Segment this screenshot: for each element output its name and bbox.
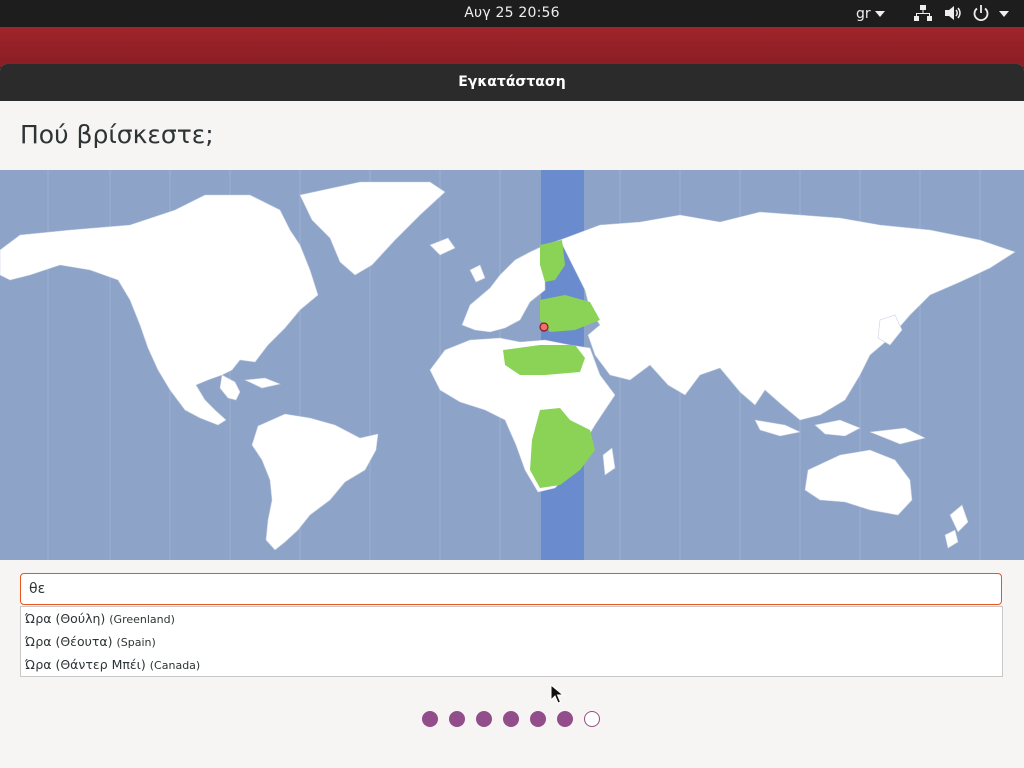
page-title: Πού βρίσκεστε;	[20, 120, 214, 149]
step-dot	[476, 711, 492, 727]
step-dot	[503, 711, 519, 727]
step-dot	[422, 711, 438, 727]
top-bar: Αυγ 25 20:56 gr	[0, 0, 1024, 27]
chevron-down-icon[interactable]	[875, 11, 885, 17]
world-map-graphic	[0, 170, 1024, 560]
suggestion-label: Ώρα (Θούλη)	[25, 611, 106, 626]
suggestion-item[interactable]: Ώρα (Θούλη) (Greenland)	[21, 607, 1002, 630]
chevron-down-icon	[999, 11, 1009, 17]
suggestion-label: Ώρα (Θάντερ Μπέι)	[25, 657, 146, 672]
location-suggestions: Ώρα (Θούλη) (Greenland) Ώρα (Θέουτα) (Sp…	[20, 606, 1003, 677]
location-search-input[interactable]	[29, 581, 989, 597]
suggestion-country: (Greenland)	[109, 613, 175, 626]
suggestion-country: (Spain)	[116, 636, 156, 649]
suggestion-label: Ώρα (Θέουτα)	[25, 634, 113, 649]
suggestion-item[interactable]: Ώρα (Θάντερ Μπέι) (Canada)	[21, 653, 1002, 676]
step-dot	[557, 711, 573, 727]
keyboard-layout-indicator[interactable]: gr	[856, 6, 871, 22]
step-dot	[449, 711, 465, 727]
installer-window: Εγκατάσταση Πού βρίσκεστε; θε Ώρα (Θούλη…	[0, 64, 1024, 768]
power-icon	[973, 5, 989, 22]
desktop-background	[0, 27, 1024, 67]
step-dot	[530, 711, 546, 727]
suggestion-country: (Canada)	[149, 659, 201, 672]
location-marker	[539, 322, 549, 332]
suggestion-item[interactable]: Ώρα (Θέουτα) (Spain)	[21, 630, 1002, 653]
timezone-map[interactable]	[0, 170, 1024, 560]
network-icon	[914, 5, 932, 21]
step-dot	[584, 711, 600, 727]
window-title: Εγκατάσταση	[0, 64, 1024, 101]
volume-icon	[945, 6, 961, 20]
location-search-box[interactable]	[20, 573, 1002, 605]
mouse-pointer-icon	[550, 684, 564, 704]
